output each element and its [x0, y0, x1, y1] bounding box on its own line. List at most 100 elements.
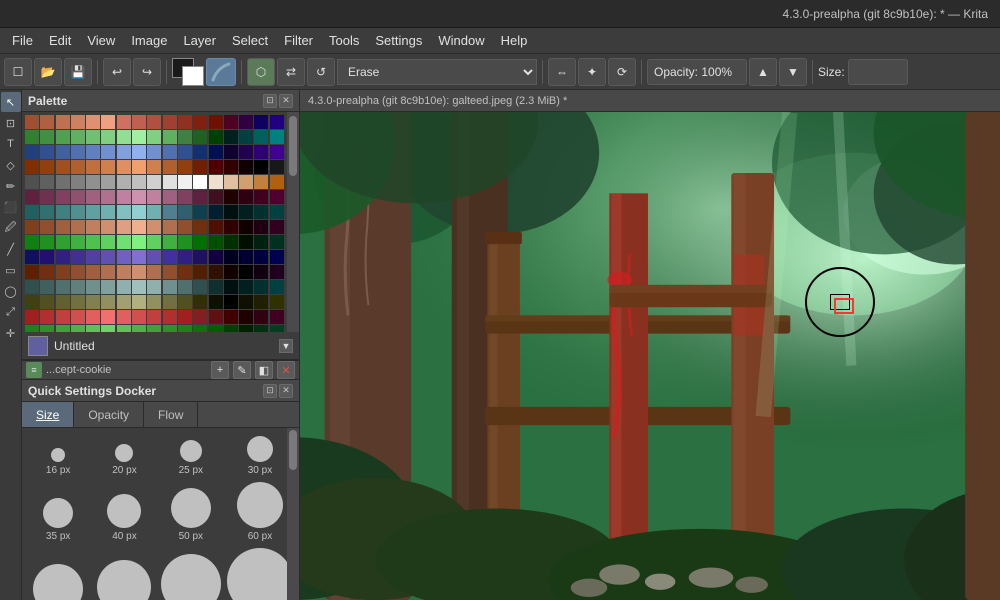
palette-color-cell[interactable] [239, 235, 253, 249]
palette-color-cell[interactable] [56, 115, 70, 129]
palette-color-cell[interactable] [132, 295, 146, 309]
palette-color-cell[interactable] [163, 130, 177, 144]
palette-color-cell[interactable] [40, 265, 54, 279]
menu-layer[interactable]: Layer [175, 30, 224, 51]
palette-color-cell[interactable] [224, 235, 238, 249]
shapes-tool-button[interactable]: ◇ [1, 155, 21, 175]
palette-color-cell[interactable] [178, 175, 192, 189]
palette-color-cell[interactable] [270, 265, 284, 279]
palette-color-cell[interactable] [56, 325, 70, 332]
palette-color-cell[interactable] [132, 175, 146, 189]
palette-color-cell[interactable] [117, 310, 131, 324]
palette-color-cell[interactable] [40, 295, 54, 309]
palette-color-cell[interactable] [224, 145, 238, 159]
palette-color-cell[interactable] [132, 130, 146, 144]
palette-color-cell[interactable] [254, 205, 268, 219]
palette-color-cell[interactable] [193, 280, 207, 294]
palette-color-cell[interactable] [178, 130, 192, 144]
palette-color-cell[interactable] [147, 325, 161, 332]
palette-color-cell[interactable] [40, 145, 54, 159]
menu-filter[interactable]: Filter [276, 30, 321, 51]
palette-color-cell[interactable] [239, 280, 253, 294]
palette-color-cell[interactable] [56, 280, 70, 294]
palette-color-cell[interactable] [101, 325, 115, 332]
palette-color-cell[interactable] [239, 310, 253, 324]
palette-color-cell[interactable] [270, 220, 284, 234]
text-tool-button[interactable]: T [1, 134, 21, 154]
palette-color-cell[interactable] [25, 310, 39, 324]
palette-color-cell[interactable] [224, 280, 238, 294]
palette-color-cell[interactable] [270, 325, 284, 332]
palette-float-button[interactable]: ⊡ [263, 94, 277, 108]
palette-color-cell[interactable] [193, 175, 207, 189]
palette-color-cell[interactable] [25, 295, 39, 309]
color-swatch-selector[interactable] [172, 58, 204, 86]
palette-docker-header[interactable]: Palette ⊡ ✕ [22, 90, 299, 112]
palette-color-cell[interactable] [86, 220, 100, 234]
palette-color-cell[interactable] [254, 280, 268, 294]
palette-color-cell[interactable] [270, 235, 284, 249]
palette-color-cell[interactable] [56, 220, 70, 234]
palette-color-cell[interactable] [25, 115, 39, 129]
palette-color-cell[interactable] [178, 145, 192, 159]
palette-color-cell[interactable] [193, 325, 207, 332]
brush-preview[interactable] [206, 58, 236, 86]
palette-color-cell[interactable] [25, 280, 39, 294]
palette-color-cell[interactable] [224, 190, 238, 204]
palette-color-cell[interactable] [40, 130, 54, 144]
palette-color-cell[interactable] [117, 190, 131, 204]
palette-color-cell[interactable] [193, 235, 207, 249]
stabilizer-button[interactable]: ✦ [578, 58, 606, 86]
palette-color-cell[interactable] [86, 130, 100, 144]
palette-color-cell[interactable] [56, 235, 70, 249]
brush-preset-item[interactable]: 50 px [161, 488, 221, 542]
palette-color-cell[interactable] [224, 265, 238, 279]
tab-opacity[interactable]: Opacity [74, 402, 144, 427]
palette-color-cell[interactable] [40, 175, 54, 189]
palette-color-cell[interactable] [209, 160, 223, 174]
palette-color-cell[interactable] [178, 325, 192, 332]
palette-color-cell[interactable] [254, 310, 268, 324]
palette-color-cell[interactable] [163, 310, 177, 324]
palette-color-cell[interactable] [209, 280, 223, 294]
palette-color-cell[interactable] [147, 175, 161, 189]
palette-color-cell[interactable] [239, 325, 253, 332]
erase-toggle-button[interactable]: ⬡ [247, 58, 275, 86]
palette-color-cell[interactable] [254, 190, 268, 204]
brush-preset-item[interactable]: 40 px [94, 494, 154, 542]
rect-tool-button[interactable]: ▭ [1, 260, 21, 280]
palette-color-cell[interactable] [193, 190, 207, 204]
brush-preset-item[interactable]: 20 px [94, 444, 154, 476]
palette-color-cell[interactable] [101, 130, 115, 144]
palette-color-cell[interactable] [25, 145, 39, 159]
palette-color-cell[interactable] [178, 295, 192, 309]
palette-color-cell[interactable] [132, 145, 146, 159]
copy-layer-button[interactable]: ◧ [255, 361, 273, 379]
palette-color-cell[interactable] [71, 160, 85, 174]
opacity-up-button[interactable]: ▲ [749, 58, 777, 86]
fill-tool-button[interactable]: ⬛ [1, 197, 21, 217]
palette-color-cell[interactable] [254, 250, 268, 264]
palette-color-cell[interactable] [40, 220, 54, 234]
palette-color-cell[interactable] [254, 130, 268, 144]
transform-tool-button[interactable]: ⤢ [1, 302, 21, 322]
palette-color-cell[interactable] [193, 250, 207, 264]
palette-color-cell[interactable] [224, 205, 238, 219]
palette-color-cell[interactable] [178, 310, 192, 324]
palette-color-cell[interactable] [56, 160, 70, 174]
palette-color-cell[interactable] [71, 250, 85, 264]
brush-preset-item[interactable]: 70 px [28, 564, 88, 600]
palette-color-cell[interactable] [86, 115, 100, 129]
palette-color-cell[interactable] [25, 265, 39, 279]
palette-color-cell[interactable] [147, 310, 161, 324]
palette-color-cell[interactable] [178, 280, 192, 294]
palette-color-cell[interactable] [71, 235, 85, 249]
palette-color-cell[interactable] [178, 220, 192, 234]
palette-color-cell[interactable] [132, 220, 146, 234]
palette-color-cell[interactable] [178, 160, 192, 174]
palette-color-cell[interactable] [193, 145, 207, 159]
palette-color-cell[interactable] [163, 280, 177, 294]
palette-close-button[interactable]: ✕ [279, 94, 293, 108]
palette-color-cell[interactable] [71, 220, 85, 234]
palette-color-cell[interactable] [101, 115, 115, 129]
